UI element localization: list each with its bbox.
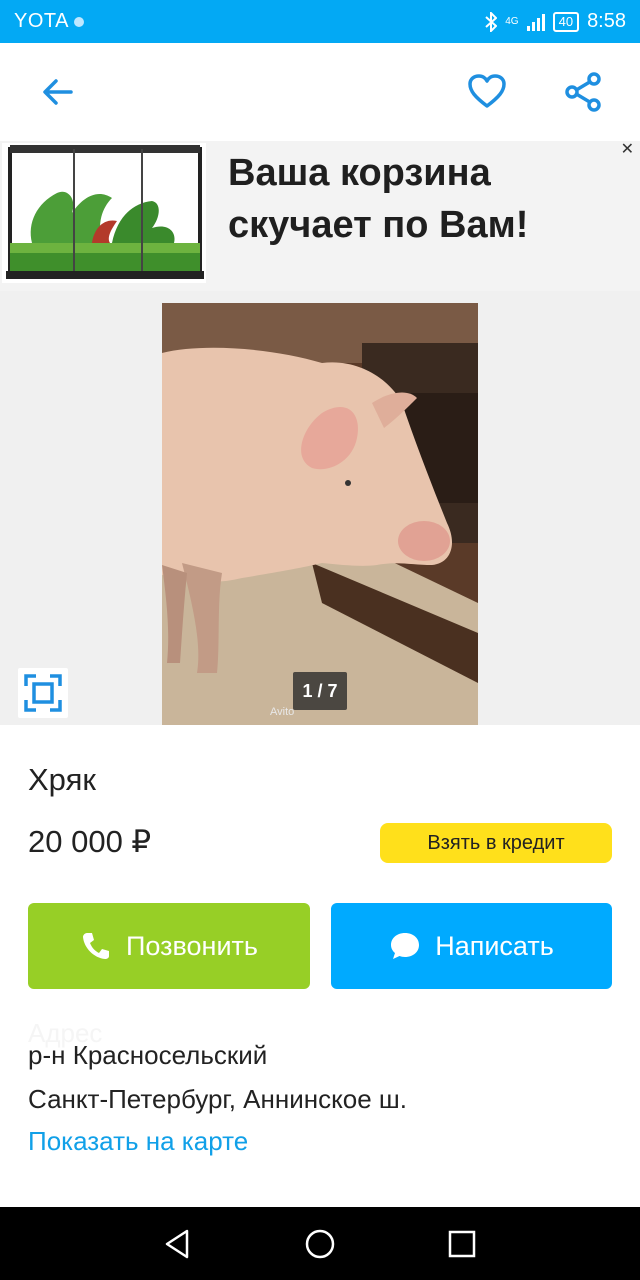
app-bar bbox=[0, 43, 640, 141]
call-button-label: Позвонить bbox=[126, 930, 258, 961]
notification-dot-icon bbox=[74, 17, 84, 27]
ad-headline: Ваша корзина скучает по Вам! bbox=[228, 152, 529, 246]
photo-gallery[interactable]: Avito bbox=[0, 291, 640, 725]
status-bar: YOTA 4G 40 8:58 bbox=[0, 0, 640, 43]
back-triangle-icon[interactable] bbox=[161, 1227, 195, 1261]
clock: 8:58 bbox=[587, 10, 626, 32]
fullscreen-icon[interactable] bbox=[18, 668, 68, 718]
home-circle-icon[interactable] bbox=[303, 1227, 337, 1261]
carrier-label: YOTA bbox=[14, 10, 69, 32]
credit-button[interactable]: Взять в кредит bbox=[380, 823, 612, 863]
recents-square-icon[interactable] bbox=[445, 1227, 479, 1261]
show-on-map-link[interactable]: Показать на карте bbox=[28, 1126, 248, 1157]
bluetooth-icon bbox=[485, 11, 498, 32]
status-right: 4G 40 8:58 bbox=[485, 10, 626, 33]
battery-icon: 40 bbox=[552, 11, 580, 32]
ad-banner[interactable]: Ваша корзина скучает по Вам! ✕ bbox=[0, 141, 640, 291]
system-nav-bar bbox=[0, 1207, 640, 1280]
message-button-label: Написать bbox=[435, 930, 554, 961]
terrarium-image bbox=[2, 143, 206, 283]
share-icon[interactable] bbox=[563, 72, 603, 112]
signal-icon bbox=[526, 13, 545, 31]
heart-icon[interactable] bbox=[467, 72, 507, 112]
photo-counter: 1 / 7 bbox=[293, 672, 347, 710]
ad-close-icon[interactable]: ✕ bbox=[621, 139, 634, 159]
chat-bubble-icon bbox=[391, 933, 420, 959]
back-arrow-icon[interactable] bbox=[38, 72, 78, 112]
network-type: 4G bbox=[505, 15, 519, 27]
listing-title: Хряк bbox=[28, 762, 96, 797]
pig-photo[interactable] bbox=[162, 303, 478, 725]
listing-price: 20 000 ₽ bbox=[28, 824, 152, 859]
phone-icon bbox=[83, 933, 109, 959]
avito-watermark: Avito bbox=[270, 706, 295, 718]
district-text: р-н Красносельский bbox=[28, 1040, 268, 1070]
message-button[interactable]: Написать bbox=[331, 903, 612, 989]
address-text: Санкт-Петербург, Аннинское ш. bbox=[28, 1084, 408, 1114]
call-button[interactable]: Позвонить bbox=[28, 903, 310, 989]
